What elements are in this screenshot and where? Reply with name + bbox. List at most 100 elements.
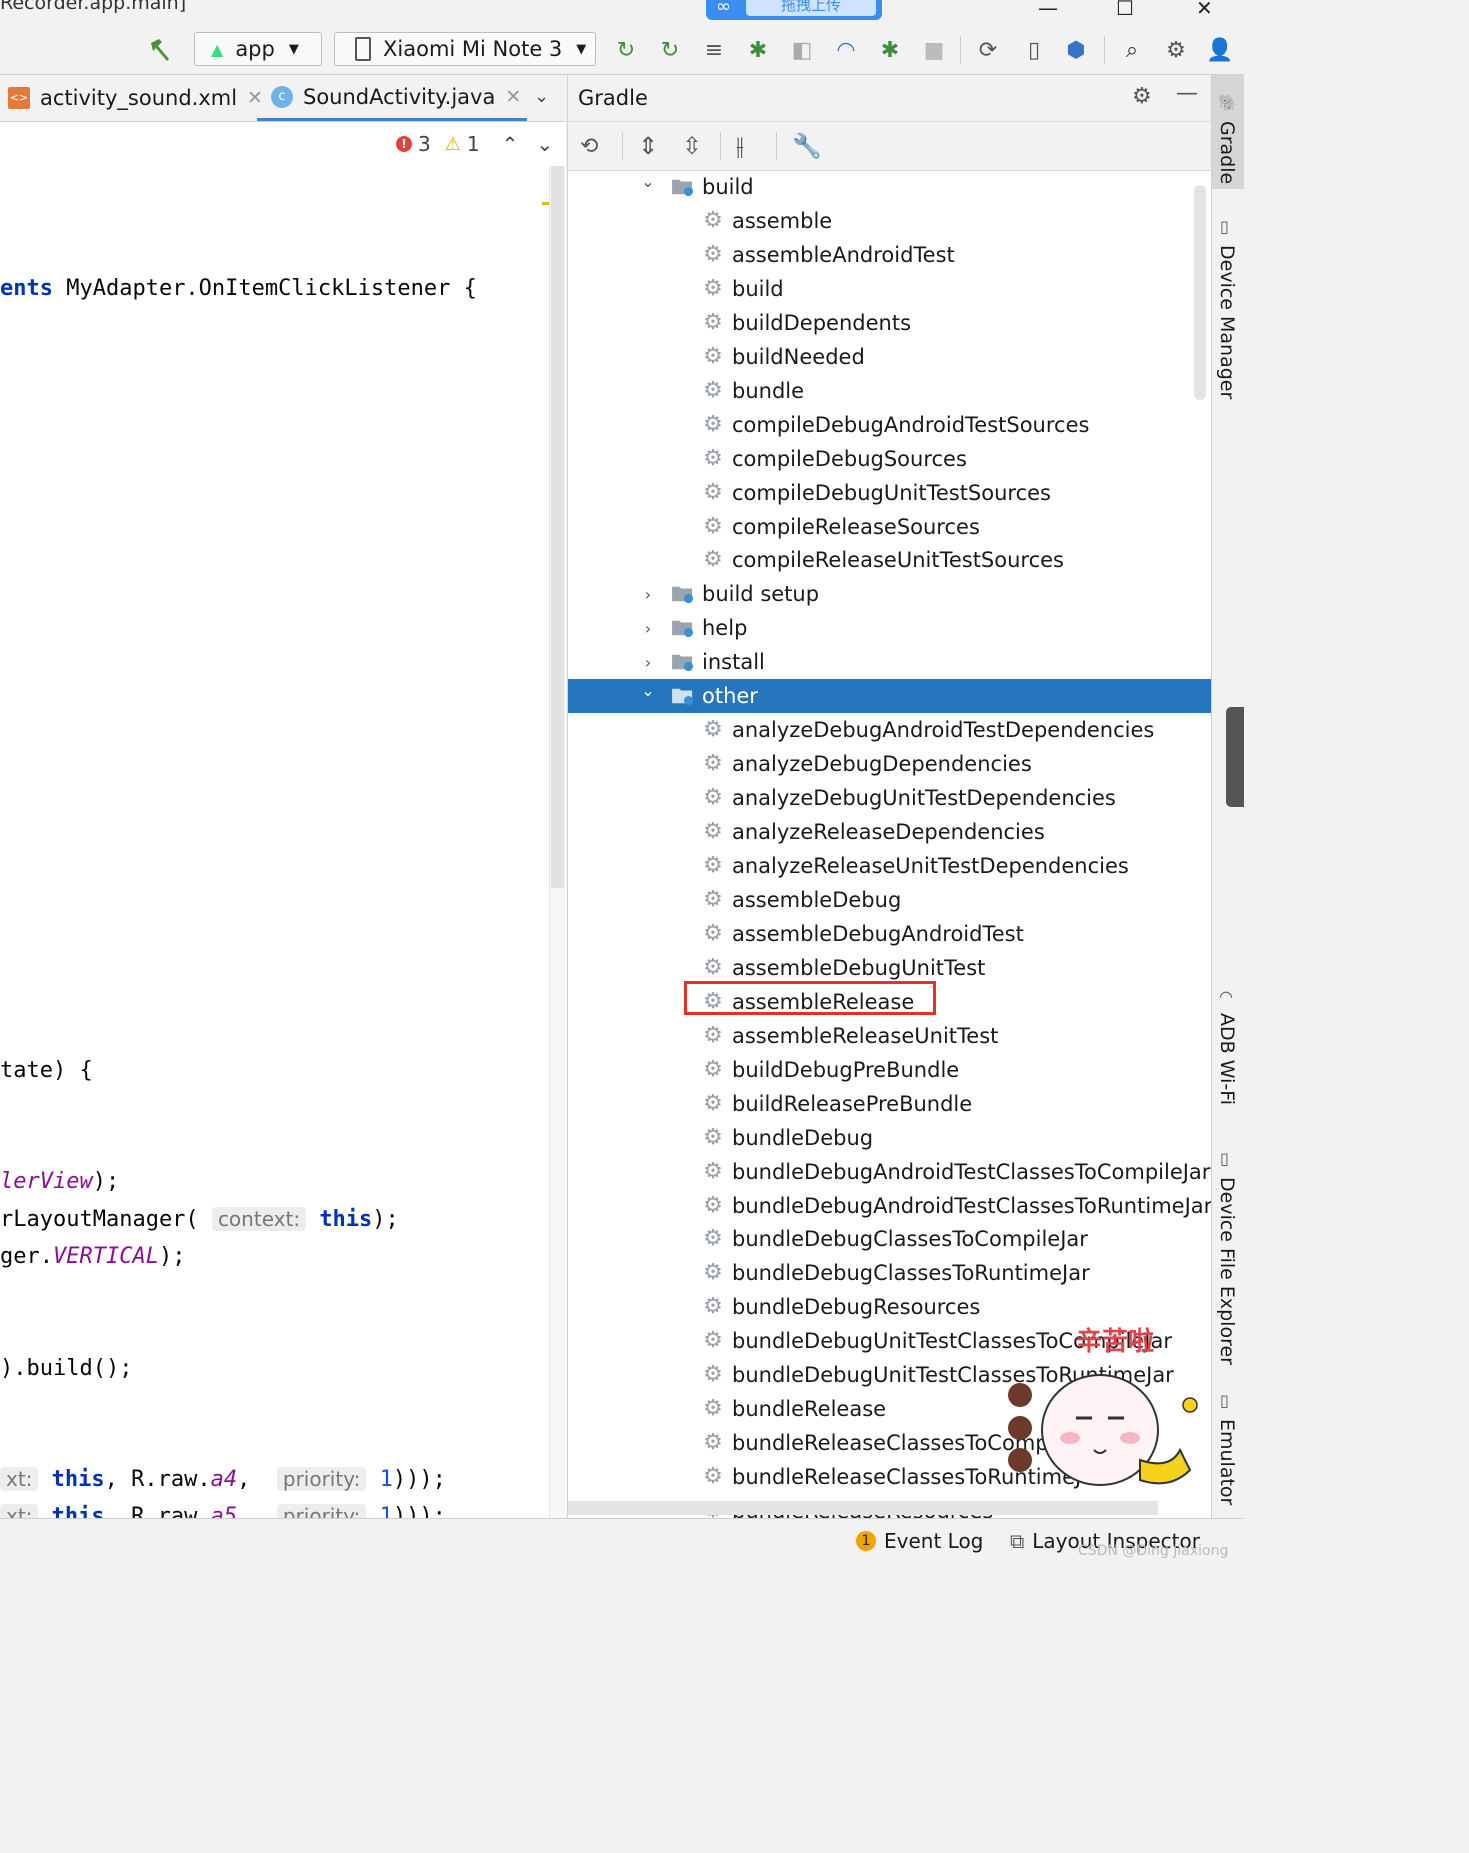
maximize-icon[interactable]: ☐ bbox=[1116, 0, 1134, 20]
chevron-right-icon[interactable]: › bbox=[638, 619, 658, 638]
tree-group-build-setup[interactable]: › build setup bbox=[568, 577, 1211, 611]
tab-sound-activity-java[interactable]: c SoundActivity.java ✕ bbox=[257, 75, 527, 121]
chevron-right-icon[interactable]: › bbox=[638, 653, 658, 672]
gear-icon: ⚙ bbox=[703, 479, 723, 505]
chevron-right-icon[interactable]: › bbox=[638, 585, 658, 604]
tabs-dropdown-icon[interactable]: ⌄ bbox=[534, 86, 549, 107]
next-highlight-icon[interactable]: ⌄ bbox=[536, 132, 553, 156]
rerun-icon[interactable]: ↻ bbox=[612, 36, 640, 64]
tree-task[interactable]: ⚙ analyzeDebugUnitTestDependencies bbox=[568, 781, 1211, 815]
attach-debugger-icon[interactable]: ✱ bbox=[876, 36, 904, 64]
tree-task[interactable]: ⚙ bundleDebugClassesToRuntimeJar bbox=[568, 1256, 1211, 1290]
tree-task[interactable]: ⚙ buildNeeded bbox=[568, 340, 1211, 374]
tree-task[interactable]: ⚙ assembleDebugAndroidTest bbox=[568, 917, 1211, 951]
inspection-widget[interactable]: ! 3 ⚠ 1 ⌃ ⌄ bbox=[396, 132, 553, 156]
previous-highlight-icon[interactable]: ⌃ bbox=[502, 132, 519, 156]
resize-handle[interactable] bbox=[1226, 707, 1244, 807]
run-config-select[interactable]: ▲ app ▼ bbox=[194, 32, 322, 66]
tree-task[interactable]: ⚙ compileDebugSources bbox=[568, 442, 1211, 476]
code-editor[interactable]: ! 3 ⚠ 1 ⌃ ⌄ ents MyAdapter.OnItemClickLi… bbox=[0, 122, 566, 1518]
avatar-icon[interactable]: 👤 bbox=[1206, 36, 1234, 64]
tree-scrollbar-thumb[interactable] bbox=[1194, 185, 1206, 400]
debug-icon[interactable]: ✱ bbox=[744, 36, 772, 64]
gear-icon[interactable]: ⚙ bbox=[1162, 36, 1190, 64]
upload-label: 拖拽上传 bbox=[746, 0, 876, 16]
emulator-icon: ▯ bbox=[1220, 1391, 1229, 1410]
tree-group-build[interactable]: ⌄ build bbox=[568, 170, 1211, 204]
gear-icon[interactable]: ⚙ bbox=[1132, 84, 1152, 109]
tree-task[interactable]: ⚙ analyzeDebugDependencies bbox=[568, 747, 1211, 781]
expand-all-icon[interactable]: ⇕ bbox=[638, 132, 658, 160]
tree-task[interactable]: ⚙ buildReleasePreBundle bbox=[568, 1087, 1211, 1121]
gear-icon: ⚙ bbox=[703, 1226, 723, 1252]
search-icon[interactable]: ⌕ bbox=[1118, 36, 1146, 64]
hide-panel-icon[interactable]: — bbox=[1176, 81, 1198, 106]
tree-task[interactable]: ⚙ compileReleaseSources bbox=[568, 510, 1211, 544]
tree-task[interactable]: ⚙ compileReleaseUnitTestSources bbox=[568, 543, 1211, 577]
device-manager-icon[interactable]: ▯ bbox=[1020, 36, 1048, 64]
gear-icon: ⚙ bbox=[703, 920, 723, 946]
stop-icon[interactable]: ■ bbox=[920, 36, 948, 64]
wrench-icon[interactable]: 🔧 bbox=[792, 132, 822, 160]
tree-task-label: buildDependents bbox=[732, 310, 912, 335]
sync-gradle-icon[interactable]: ⟳ bbox=[974, 36, 1002, 64]
tree-task[interactable]: ⚙ build bbox=[568, 272, 1211, 306]
chevron-down-icon[interactable]: ⌄ bbox=[638, 172, 658, 191]
tree-task[interactable]: ⚙ bundleDebug bbox=[568, 1121, 1211, 1155]
gear-icon: ⚙ bbox=[703, 241, 723, 267]
tree-task[interactable]: ⚙ bundle bbox=[568, 374, 1211, 408]
code-line: ger.VERTICAL); bbox=[0, 1244, 186, 1269]
toggle-offline-icon[interactable]: ⫲ bbox=[736, 132, 744, 160]
tree-group-other[interactable]: ⌄ other bbox=[568, 679, 1211, 714]
tree-task[interactable]: ⚙ analyzeReleaseUnitTestDependencies bbox=[568, 849, 1211, 883]
tree-task[interactable]: ⚙ bundleDebugAndroidTestClassesToRuntimeJ… bbox=[568, 1189, 1211, 1223]
tree-task[interactable]: ⚙ compileDebugUnitTestSources bbox=[568, 476, 1211, 510]
gear-icon: ⚙ bbox=[703, 1464, 723, 1490]
close-tab-icon[interactable]: ✕ bbox=[505, 86, 521, 108]
watermark: CSDN @Ding Jiaxiong bbox=[1078, 1543, 1229, 1559]
profile-icon[interactable]: ◠ bbox=[832, 36, 860, 64]
tree-task[interactable]: ⚙ bundleDebugClassesToCompileJar bbox=[568, 1222, 1211, 1256]
device-label: Xiaomi Mi Note 3 bbox=[383, 37, 563, 61]
phone-icon bbox=[355, 37, 371, 61]
tree-task[interactable]: ⚙ bundleDebugAndroidTestClassesToCompileJ… bbox=[568, 1155, 1211, 1189]
tree-task[interactable]: ⚙ assemble bbox=[568, 204, 1211, 238]
tree-task[interactable]: ⚙ assembleDebug bbox=[568, 883, 1211, 917]
editor-scrollbar-thumb[interactable] bbox=[551, 166, 564, 888]
gear-icon: ⚙ bbox=[703, 751, 723, 777]
event-log-button[interactable]: 1 Event Log bbox=[856, 1529, 983, 1553]
reload-gradle-icon[interactable]: ⟲ bbox=[580, 134, 598, 159]
toolbar-divider bbox=[776, 132, 777, 160]
chevron-down-icon[interactable]: ⌄ bbox=[638, 681, 658, 700]
close-icon[interactable]: ✕ bbox=[1196, 0, 1213, 20]
hammer-icon[interactable] bbox=[146, 36, 174, 64]
tree-task[interactable]: ⚙ assembleAndroidTest bbox=[568, 238, 1211, 272]
sdk-manager-icon[interactable]: ⬢ bbox=[1062, 36, 1090, 64]
gear-icon: ⚙ bbox=[703, 445, 723, 471]
gear-icon: ⚙ bbox=[703, 1158, 723, 1184]
tree-task[interactable]: ⚙ analyzeDebugAndroidTestDependencies bbox=[568, 713, 1211, 747]
coverage-icon[interactable]: ◧ bbox=[788, 36, 816, 64]
tree-task[interactable]: ⚙ buildDependents bbox=[568, 306, 1211, 340]
tree-task[interactable]: ⚙ compileDebugAndroidTestSources bbox=[568, 408, 1211, 442]
tab-activity-sound-xml[interactable]: <> activity_sound.xml ✕ bbox=[8, 75, 263, 121]
minimize-icon[interactable]: — bbox=[1038, 0, 1058, 20]
warning-count: 1 bbox=[466, 132, 480, 156]
upload-button[interactable]: ∞ 拖拽上传 bbox=[706, 0, 882, 20]
side-tab-label: Gradle bbox=[1216, 121, 1238, 185]
collapse-all-icon[interactable]: ⇳ bbox=[682, 132, 702, 160]
tree-task[interactable]: ⚙ analyzeReleaseDependencies bbox=[568, 815, 1211, 849]
tree-group-install[interactable]: › install bbox=[568, 645, 1211, 679]
sticker-image: 辛苦啦 bbox=[1008, 1326, 1198, 1486]
tree-task[interactable]: ⚙ buildDebugPreBundle bbox=[568, 1053, 1211, 1087]
tree-group-help[interactable]: › help bbox=[568, 611, 1211, 645]
apply-code-changes-icon[interactable]: ≡ bbox=[700, 36, 728, 64]
tree-task[interactable]: ⚙ assembleDebugUnitTest bbox=[568, 951, 1211, 985]
apply-changes-icon[interactable]: ↻ bbox=[656, 36, 684, 64]
device-select[interactable]: Xiaomi Mi Note 3 ▼ bbox=[334, 32, 596, 66]
tree-group-label: install bbox=[702, 650, 765, 675]
tree-task-label: analyzeReleaseUnitTestDependencies bbox=[732, 854, 1129, 878]
highlight-box bbox=[684, 981, 936, 1015]
tree-task[interactable]: ⚙ assembleReleaseUnitTest bbox=[568, 1019, 1211, 1053]
gradle-side-tab[interactable]: 🐘 Gradle bbox=[1212, 75, 1244, 189]
